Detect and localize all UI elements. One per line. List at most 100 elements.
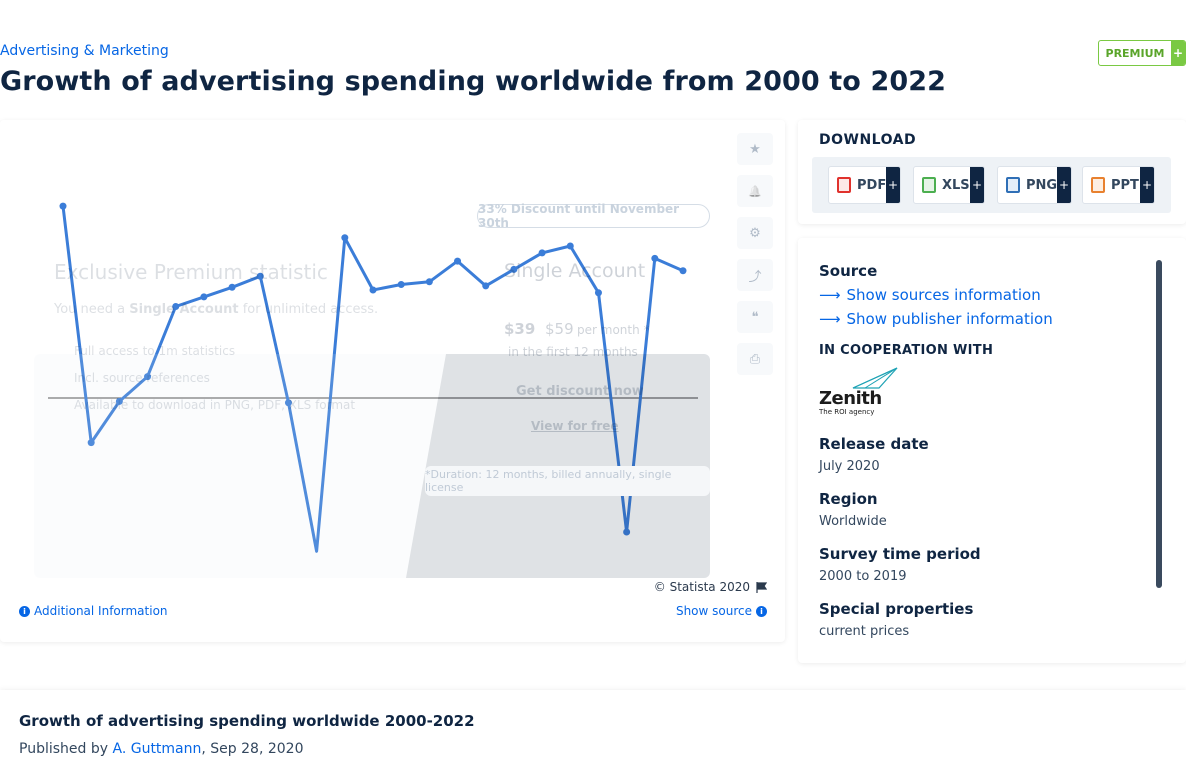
data-point-2013[interactable] [425,278,433,286]
download-pdf-label: PDF [857,177,887,193]
data-point-2015[interactable] [482,282,490,290]
metadata-scrollbar[interactable] [1156,260,1162,588]
cooperation-label: IN COOPERATION WITH [819,343,994,358]
overlay-left-panel [34,354,464,578]
data-point-2022[interactable] [679,267,687,275]
download-png-label: PNG [1026,177,1058,193]
pdf-file-icon [837,177,851,193]
special-properties-value: current prices [819,624,910,639]
share-icon: ⤴ [748,269,762,285]
download-card: DOWNLOAD PDF + XLS + PNG + PPT + [798,120,1186,224]
data-point-2019[interactable] [594,289,602,297]
publish-date: , Sep 28, 2020 [201,741,304,757]
ppt-file-icon [1091,177,1105,193]
ppt-plus-icon: + [1140,167,1154,203]
overlay-account-title: Single Account [504,260,646,282]
breadcrumb-category[interactable]: Advertising & Marketing [0,43,169,59]
show-source-label: Show source [675,604,752,618]
download-ppt-label: PPT [1111,177,1139,193]
data-point-2010[interactable] [341,234,349,242]
premium-label: PREMIUM [1105,46,1165,60]
data-point-2021[interactable] [651,254,659,262]
show-publisher-link[interactable]: ⟶ Show publisher information [819,310,1053,328]
pdf-plus-icon: + [886,167,900,203]
additional-info-link[interactable]: i Additional Information [19,604,168,618]
overlay-need-suffix: for unlimited access. [242,302,379,317]
overlay-bullet-2: Incl. source references [74,371,210,385]
published-by-label: Published by [19,741,109,757]
overlay-cta-button[interactable]: Get discount now [516,384,644,399]
data-point-2005[interactable] [200,293,208,301]
overlay-view-free-link[interactable]: View for free [531,419,619,433]
print-icon: ⎙ [749,351,761,367]
overlay-need-bold: Single Account [129,302,239,317]
png-plus-icon: + [1057,167,1071,203]
premium-plus-icon: + [1171,41,1185,65]
download-xls-button[interactable]: XLS + [913,166,985,204]
scrollbar-thumb[interactable] [1156,260,1162,588]
show-publisher-label: Show publisher information [846,310,1053,328]
info-icon: i [19,605,30,617]
overlay-bullet-3: Available to download in PNG, PDF, XLS f… [74,398,356,412]
tool-column: ★ 🔔 ⚙ ⤴ ❝ ⎙ [737,133,773,385]
zenith-tagline: The ROI agency [819,408,875,416]
notification-button[interactable]: 🔔 [737,175,773,207]
zenith-logo: Zenith The ROI agency [819,366,899,418]
share-button[interactable]: ⤴ [737,259,773,291]
download-row: PDF + XLS + PNG + PPT + [812,157,1171,213]
data-point-2014[interactable] [454,257,462,265]
arrow-right-icon: ⟶ [819,286,841,304]
release-date-label: Release date [819,435,929,453]
flag-icon[interactable] [756,581,767,593]
show-sources-link[interactable]: ⟶ Show sources information [819,286,1041,304]
region-label: Region [819,490,878,508]
special-properties-label: Special properties [819,600,974,618]
metadata-card: Source ⟶ Show sources information ⟶ Show… [798,238,1186,663]
download-png-button[interactable]: PNG + [997,166,1072,204]
data-point-2012[interactable] [397,281,405,288]
xls-plus-icon: + [970,167,984,203]
quote-icon: ❝ [751,309,759,325]
region-value: Worldwide [819,514,887,529]
download-title: DOWNLOAD [819,132,917,148]
print-button[interactable]: ⎙ [737,343,773,375]
data-point-2011[interactable] [369,286,377,294]
overlay-heading: Exclusive Premium statistic [54,260,328,284]
png-file-icon [1006,177,1020,193]
chart-credit: © Statista 2020 [654,580,767,594]
author-link[interactable]: A. Guttmann [112,741,201,757]
page-title: Growth of advertising spending worldwide… [0,66,946,97]
data-point-2017[interactable] [538,249,546,257]
show-sources-label: Show sources information [846,286,1041,304]
gear-icon: ⚙ [749,225,761,241]
show-source-link[interactable]: Show source i [676,604,767,618]
description-card: Growth of advertising spending worldwide… [0,690,1186,760]
download-pdf-button[interactable]: PDF + [828,166,901,204]
settings-button[interactable]: ⚙ [737,217,773,249]
overlay-price-old: $59 [545,320,574,338]
data-point-2006[interactable] [228,283,236,291]
favorite-button[interactable]: ★ [737,133,773,165]
arrow-right-icon: ⟶ [819,310,841,328]
additional-info-label: Additional Information [34,604,168,618]
overlay-per-month: per month * [577,323,650,337]
overlay-first-months: in the first 12 months [508,345,638,359]
bell-icon: 🔔 [748,184,762,198]
survey-period-label: Survey time period [819,545,981,563]
data-point-2000[interactable] [59,202,67,210]
overlay-price-new: $39 [504,320,536,338]
zenith-wordmark: Zenith [819,388,882,409]
xls-file-icon [922,177,936,193]
info-icon: i [756,605,767,617]
published-by-line: Published by A. Guttmann, Sep 28, 2020 [19,741,303,757]
duration-pill: *Duration: 12 months, billed annually, s… [425,466,710,496]
overlay-need-prefix: You need a [54,302,126,317]
star-icon: ★ [749,141,761,157]
cite-button[interactable]: ❝ [737,301,773,333]
download-xls-label: XLS [942,177,970,193]
premium-badge[interactable]: PREMIUM + [1098,40,1186,66]
credit-text: © Statista 2020 [653,580,750,594]
download-ppt-button[interactable]: PPT + [1082,166,1155,204]
data-point-2018[interactable] [566,242,574,250]
release-date-value: July 2020 [819,459,880,474]
